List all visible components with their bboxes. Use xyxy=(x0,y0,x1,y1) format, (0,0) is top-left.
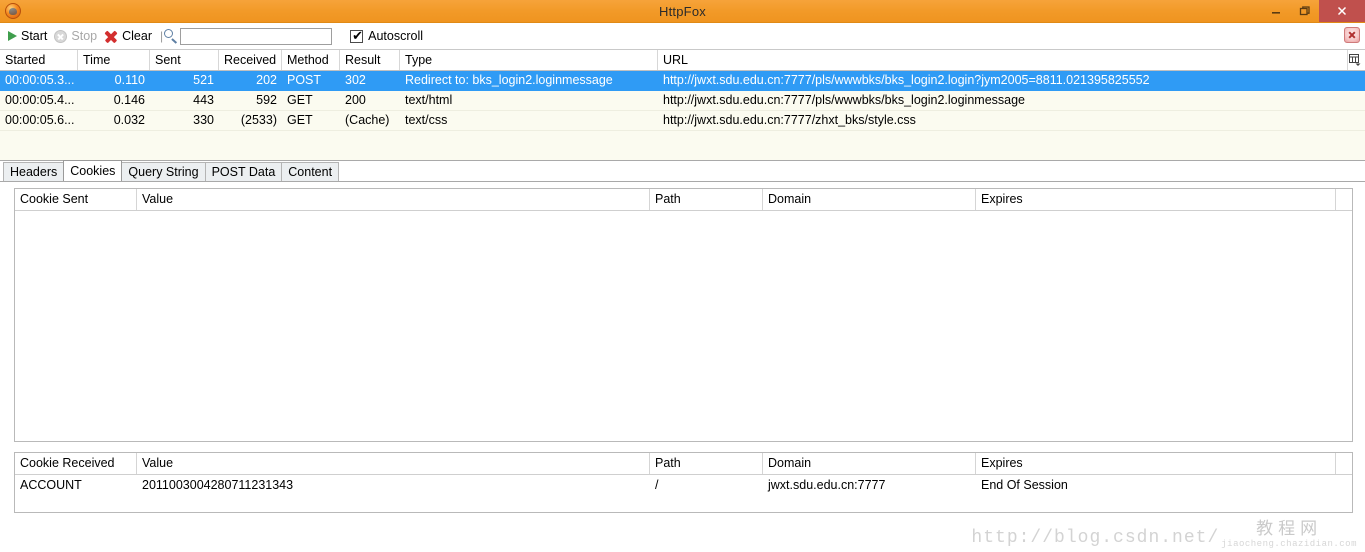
column-header-type[interactable]: Type xyxy=(400,50,658,70)
minimize-button[interactable] xyxy=(1261,0,1290,22)
tab-content[interactable]: Content xyxy=(281,162,340,181)
toolbar: Start Stop Clear | ✔ Autoscroll xyxy=(0,23,1365,50)
cell-sent: 443 xyxy=(193,93,214,107)
column-header-received[interactable]: Received xyxy=(219,50,282,70)
column-header-url[interactable]: URL xyxy=(658,50,1348,70)
cell-type: text/html xyxy=(405,93,453,107)
cell-received: (2533) xyxy=(240,113,277,127)
checkmark-icon: ✔ xyxy=(352,27,364,43)
column-header-path[interactable]: Path xyxy=(650,453,763,474)
cell-type: text/css xyxy=(405,113,448,127)
column-header-sent[interactable]: Sent xyxy=(150,50,219,70)
table-row[interactable]: ACCOUNT 2011003004280711231343 / jwxt.sd… xyxy=(15,475,1352,496)
column-header-cookie-received[interactable]: Cookie Received xyxy=(15,453,137,474)
cookies-sent-header: Cookie Sent Value Path Domain Expires xyxy=(15,189,1352,211)
column-header-result[interactable]: Result xyxy=(340,50,400,70)
cell-time: 0.146 xyxy=(113,93,145,107)
close-button[interactable] xyxy=(1319,0,1365,22)
restore-button[interactable] xyxy=(1290,0,1319,22)
watermark-url: http://blog.csdn.net/ xyxy=(971,528,1220,548)
cookies-tab-panel: Cookie Sent Value Path Domain Expires Co… xyxy=(0,182,1365,513)
clear-x-icon xyxy=(104,29,118,43)
cell-started: 00:00:05.3... xyxy=(5,73,75,87)
cell-url: http://jwxt.sdu.edu.cn:7777/zhxt_bks/sty… xyxy=(663,113,916,127)
table-row[interactable]: 00:00:05.4... 0.146 443 592 GET 200 text… xyxy=(0,91,1365,111)
cell-cookie-value: 2011003004280711231343 xyxy=(142,478,294,492)
tab-query-string[interactable]: Query String xyxy=(121,162,206,181)
start-button-label: Start xyxy=(21,29,48,43)
cell-url: http://jwxt.sdu.edu.cn:7777/pls/wwwbks/b… xyxy=(663,93,1026,107)
clear-button-label: Clear xyxy=(122,29,152,43)
search-input[interactable] xyxy=(180,27,333,45)
cell-cookie-path: / xyxy=(655,478,659,492)
cell-method: POST xyxy=(287,73,322,87)
cell-time: 0.110 xyxy=(114,73,145,87)
stop-icon xyxy=(54,29,68,43)
start-button[interactable]: Start xyxy=(4,26,52,46)
window-controls xyxy=(1261,0,1365,22)
cell-started: 00:00:05.6... xyxy=(5,113,75,127)
clear-button[interactable]: Clear xyxy=(102,26,157,46)
column-chooser-icon[interactable] xyxy=(1347,52,1363,68)
cell-result: 302 xyxy=(345,73,366,87)
search-icon xyxy=(164,29,178,43)
cookies-received-panel: Cookie Received Value Path Domain Expire… xyxy=(14,452,1353,513)
table-row[interactable]: 00:00:05.6... 0.032 330 (2533) GET (Cach… xyxy=(0,111,1365,131)
play-icon xyxy=(8,31,17,41)
column-header-expires[interactable]: Expires xyxy=(976,189,1336,210)
detail-tabs: Headers Cookies Query String POST Data C… xyxy=(0,160,1365,182)
cell-result: 200 xyxy=(345,93,366,107)
column-header-domain[interactable]: Domain xyxy=(763,189,976,210)
cell-method: GET xyxy=(287,93,313,107)
stop-button-label: Stop xyxy=(71,29,98,43)
column-header-value[interactable]: Value xyxy=(137,453,650,474)
cell-sent: 330 xyxy=(193,113,214,127)
stop-button[interactable]: Stop xyxy=(52,26,102,46)
cell-result: (Cache) xyxy=(345,113,390,127)
cookies-received-header: Cookie Received Value Path Domain Expire… xyxy=(15,453,1352,475)
column-header-method[interactable]: Method xyxy=(282,50,340,70)
watermark: http://blog.csdn.net/ 教程网 jiaocheng.chaz… xyxy=(971,519,1357,549)
column-header-time[interactable]: Time xyxy=(78,50,150,70)
cell-method: GET xyxy=(287,113,313,127)
watermark-brand-name: 教程网 xyxy=(1256,519,1323,538)
cookies-received-body: ACCOUNT 2011003004280711231343 / jwxt.sd… xyxy=(15,475,1352,512)
tab-cookies[interactable]: Cookies xyxy=(63,160,123,181)
column-header-cookie-sent[interactable]: Cookie Sent xyxy=(15,189,137,210)
autoscroll-checkbox[interactable]: ✔ xyxy=(350,27,364,43)
request-grid: Started Time Sent Received Method Result… xyxy=(0,50,1365,161)
request-grid-header: Started Time Sent Received Method Result… xyxy=(0,50,1365,71)
cell-url: http://jwxt.sdu.edu.cn:7777/pls/wwwbks/b… xyxy=(663,73,1150,87)
firefox-icon xyxy=(5,3,21,19)
table-row[interactable]: 00:00:05.3... 0.110 521 202 POST 302 Red… xyxy=(0,71,1365,91)
cookies-sent-empty-body xyxy=(15,211,1352,441)
panel-splitter[interactable] xyxy=(14,442,1353,452)
cell-cookie-expires: End Of Session xyxy=(981,478,1068,492)
tab-post-data[interactable]: POST Data xyxy=(204,162,283,181)
cell-sent: 521 xyxy=(193,73,214,87)
column-header-value[interactable]: Value xyxy=(137,189,650,210)
cookies-sent-panel: Cookie Sent Value Path Domain Expires xyxy=(14,188,1353,442)
autoscroll-label: Autoscroll xyxy=(368,29,424,43)
cell-cookie-domain: jwxt.sdu.edu.cn:7777 xyxy=(768,478,886,492)
cell-type: Redirect to: bks_login2.loginmessage xyxy=(405,73,613,87)
cell-started: 00:00:05.4... xyxy=(5,93,75,107)
toolbar-separator: | xyxy=(160,29,164,43)
cell-cookie-name: ACCOUNT xyxy=(20,478,82,492)
column-header-expires[interactable]: Expires xyxy=(976,453,1336,474)
column-header-domain[interactable]: Domain xyxy=(763,453,976,474)
column-header-started[interactable]: Started xyxy=(0,50,78,70)
cell-received: 592 xyxy=(256,93,277,107)
tab-headers[interactable]: Headers xyxy=(3,162,65,181)
cell-received: 202 xyxy=(256,73,277,87)
autoscroll-toggle[interactable]: ✔ Autoscroll xyxy=(350,29,423,43)
watermark-brand-domain: jiaocheng.chazidian.com xyxy=(1221,539,1357,549)
watermark-brand: 教程网 jiaocheng.chazidian.com xyxy=(1221,519,1357,549)
window-title-bar: HttpFox xyxy=(0,0,1365,23)
window-title: HttpFox xyxy=(659,3,706,19)
cell-time: 0.032 xyxy=(113,113,145,127)
close-panel-icon[interactable] xyxy=(1344,27,1360,43)
column-header-path[interactable]: Path xyxy=(650,189,763,210)
